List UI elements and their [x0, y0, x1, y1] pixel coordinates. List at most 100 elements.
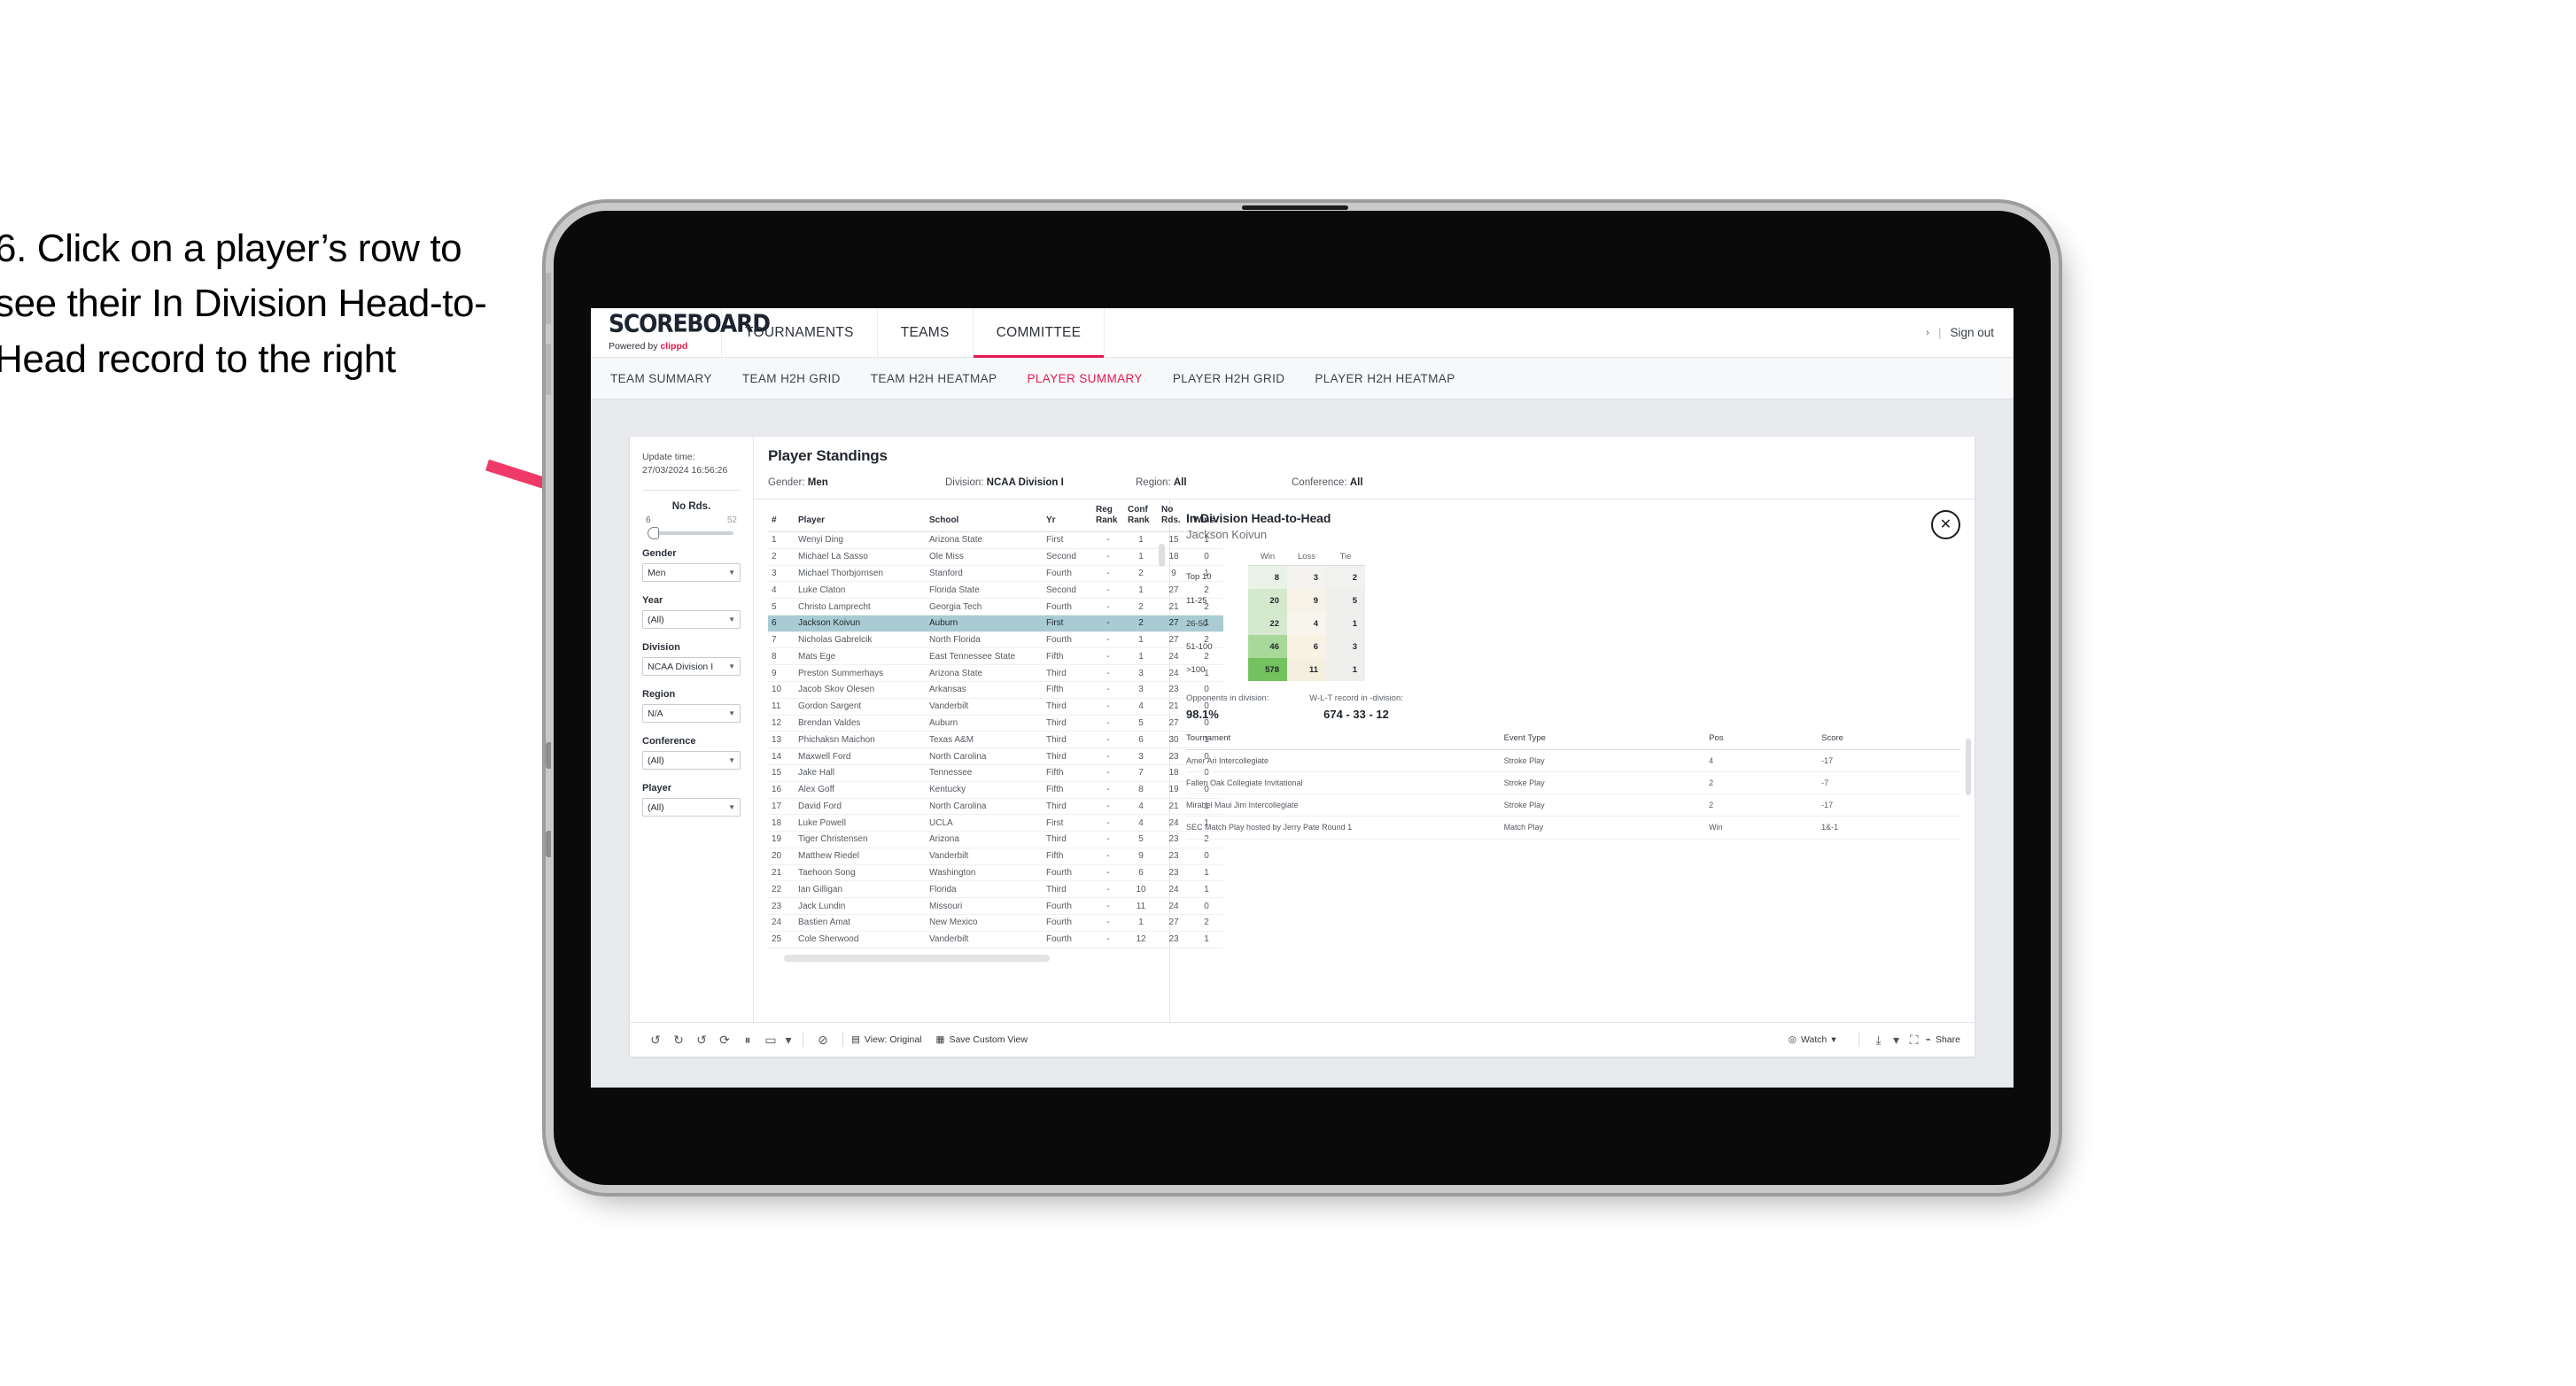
- table-row[interactable]: 9 Preston Summerhays Arizona State Third -3 2…: [768, 664, 1223, 683]
- h2h-cell[interactable]: 20: [1248, 589, 1287, 612]
- redo-icon[interactable]: ↻: [667, 1033, 690, 1048]
- table-row[interactable]: 14 Maxwell Ford North Carolina Third -3 23 0: [768, 747, 1223, 765]
- player-select[interactable]: (All) ▼: [642, 798, 741, 817]
- fullscreen-icon[interactable]: ⛶: [1903, 1033, 1926, 1048]
- tournaments-scrollbar[interactable]: [1966, 739, 1971, 795]
- cell-conf-rank: 6: [1124, 864, 1158, 882]
- col-event-type[interactable]: Event Type: [1503, 733, 1710, 750]
- nav-teams[interactable]: TEAMS: [878, 308, 974, 357]
- tournament-row[interactable]: SEC Match Play hosted by Jerry Pate Roun…: [1186, 816, 1960, 840]
- nav-committee[interactable]: COMMITTEE: [973, 308, 1106, 358]
- h2h-cell[interactable]: 46: [1248, 635, 1287, 658]
- h2h-cell[interactable]: 1: [1326, 612, 1365, 635]
- table-row[interactable]: 20 Matthew Riedel Vanderbilt Fifth -9 23 0: [768, 848, 1223, 865]
- tab-player-h2h-heatmap[interactable]: PLAYER H2H HEATMAP: [1315, 372, 1455, 385]
- table-row[interactable]: 24 Bastien Amat New Mexico Fourth -1 27 2: [768, 914, 1223, 932]
- fs-region-value: All: [1173, 477, 1187, 488]
- no-rounds-slider[interactable]: [648, 527, 733, 540]
- table-row[interactable]: 21 Taehoon Song Washington Fourth -6 23 1: [768, 864, 1223, 882]
- year-select[interactable]: (All) ▼: [642, 610, 741, 630]
- table-row[interactable]: 3 Michael Thorbjornsen Stanford Fourth -2 9 1: [768, 565, 1223, 583]
- table-row[interactable]: 13 Phichaksn Maichon Texas A&M Third -6 30 1: [768, 731, 1223, 749]
- col-tournament[interactable]: Tournament: [1186, 733, 1504, 750]
- standings-horizontal-scrollbar[interactable]: [784, 954, 1050, 962]
- col-reg-rank[interactable]: Reg Rank: [1092, 499, 1124, 532]
- tournament-row[interactable]: Fallen Oak Collegiate Invitational Stroke…: [1186, 771, 1960, 795]
- division-select[interactable]: NCAA Division I ▼: [642, 657, 741, 677]
- watch-button[interactable]: ◎ Watch ▾: [1788, 1034, 1836, 1045]
- col-player[interactable]: Player: [795, 499, 926, 532]
- pause-icon[interactable]: ⏸: [736, 1033, 759, 1048]
- table-row[interactable]: 23 Jack Lundin Missouri Fourth -11 24 0: [768, 897, 1223, 915]
- table-row[interactable]: 10 Jacob Skov Olesen Arkansas Fifth -3 23 0: [768, 681, 1223, 699]
- tournament-row[interactable]: Mirabel Maui Jim Intercollegiate Stroke P…: [1186, 794, 1960, 817]
- h2h-cell[interactable]: 1: [1326, 658, 1365, 681]
- table-row[interactable]: 7 Nicholas Gabrelcik North Florida Fourth -1…: [768, 631, 1223, 649]
- shape-caret-icon[interactable]: ▾: [782, 1033, 795, 1048]
- undo-icon[interactable]: ↺: [644, 1033, 667, 1048]
- gender-select[interactable]: Men ▼: [642, 563, 741, 583]
- download-caret-icon[interactable]: ▾: [1890, 1033, 1903, 1048]
- h2h-cell[interactable]: 5: [1326, 589, 1365, 612]
- cell-reg-rank: -: [1092, 848, 1124, 865]
- table-row[interactable]: 2 Michael La Sasso Ole Miss Second -1 18 0: [768, 548, 1223, 566]
- sign-out-link[interactable]: Sign out: [1950, 326, 1994, 339]
- shape-icon[interactable]: ▭: [759, 1033, 782, 1048]
- table-row[interactable]: 16 Alex Goff Kentucky Fifth -8 19 0: [768, 781, 1223, 799]
- share-button[interactable]: ⌁ Share: [1926, 1034, 1960, 1045]
- table-row[interactable]: 18 Luke Powell UCLA First -4 24 1: [768, 814, 1223, 832]
- no-rounds-slider-handle[interactable]: [648, 527, 659, 540]
- table-row[interactable]: 1 Wenyi Ding Arizona State First -1 15 1: [768, 531, 1223, 549]
- nav-tournaments[interactable]: TOURNAMENTS: [722, 308, 878, 357]
- table-row[interactable]: 25 Cole Sherwood Vanderbilt Fourth -12 23 1: [768, 931, 1223, 949]
- tab-team-h2h-heatmap[interactable]: TEAM H2H HEATMAP: [871, 372, 997, 385]
- table-row[interactable]: 12 Brendan Valdes Auburn Third -5 27 0: [768, 715, 1223, 732]
- cell-player: Jack Lundin: [795, 897, 926, 915]
- tab-player-summary[interactable]: PLAYER SUMMARY: [1027, 372, 1142, 385]
- standings-vertical-scrollbar[interactable]: [1159, 544, 1165, 567]
- table-row[interactable]: 11 Gordon Sargent Vanderbilt Third -4 21 0: [768, 698, 1223, 716]
- tournament-row[interactable]: Amer Ari Intercollegiate Stroke Play 4 -17: [1186, 749, 1960, 773]
- close-icon[interactable]: ✕: [1931, 510, 1960, 539]
- table-row[interactable]: 5 Christo Lamprecht Georgia Tech Fourth -2 21…: [768, 598, 1223, 616]
- table-row[interactable]: 8 Mats Ege East Tennessee State Fifth -1 24 2: [768, 647, 1223, 666]
- col-pos[interactable]: Pos: [1709, 733, 1822, 750]
- h2h-cell[interactable]: 11: [1287, 658, 1326, 681]
- refresh-icon[interactable]: ⟳: [713, 1033, 736, 1048]
- table-row[interactable]: 17 David Ford North Carolina Third -4 21 1: [768, 798, 1223, 816]
- table-row[interactable]: 4 Luke Claton Florida State Second -1 27 2: [768, 581, 1223, 600]
- view-original-button[interactable]: ▤ View: Original: [851, 1034, 922, 1045]
- region-select[interactable]: N/A ▼: [642, 704, 741, 724]
- col-conf-rank[interactable]: Conf Rank: [1124, 499, 1158, 532]
- download-icon[interactable]: ⤓: [1867, 1033, 1890, 1048]
- col-rank[interactable]: #: [768, 499, 795, 532]
- chevron-right-icon[interactable]: ›: [1926, 328, 1929, 338]
- table-row[interactable]: 15 Jake Hall Tennessee Fifth -7 18 0: [768, 764, 1223, 782]
- h2h-cell[interactable]: 6: [1287, 635, 1326, 658]
- h2h-cell[interactable]: 4: [1287, 612, 1326, 635]
- col-score[interactable]: Score: [1821, 733, 1960, 750]
- save-custom-view-button[interactable]: ▦ Save Custom View: [936, 1034, 1028, 1045]
- tab-team-h2h-grid[interactable]: TEAM H2H GRID: [742, 372, 841, 385]
- table-row[interactable]: 22 Ian Gilligan Florida Third -10 24 1: [768, 880, 1223, 899]
- h2h-cell[interactable]: 22: [1248, 612, 1287, 635]
- table-row[interactable]: 6 Jackson Koivun Auburn First -2 27 1: [768, 615, 1223, 632]
- h2h-cell[interactable]: 3: [1287, 565, 1326, 589]
- h2h-cell[interactable]: 2: [1326, 565, 1365, 589]
- revert-icon[interactable]: ↺: [690, 1033, 713, 1048]
- conference-select[interactable]: (All) ▼: [642, 751, 741, 770]
- h2h-cell[interactable]: 3: [1326, 635, 1365, 658]
- region-value: N/A: [648, 708, 663, 719]
- h2h-cell[interactable]: 8: [1248, 565, 1287, 589]
- no-rounds-max: 52: [726, 515, 737, 526]
- reset-icon[interactable]: ⊘: [811, 1033, 834, 1048]
- col-year[interactable]: Yr: [1043, 499, 1092, 532]
- col-school[interactable]: School: [926, 499, 1043, 532]
- tab-player-h2h-grid[interactable]: PLAYER H2H GRID: [1173, 372, 1285, 385]
- h2h-cell[interactable]: 9: [1287, 589, 1326, 612]
- h2h-cell[interactable]: 578: [1248, 658, 1287, 681]
- brand-logo[interactable]: SCOREBOARD Powered by clippd: [591, 308, 771, 357]
- tab-team-summary[interactable]: TEAM SUMMARY: [610, 372, 712, 385]
- table-row[interactable]: 19 Tiger Christensen Arizona Third -5 23 2: [768, 831, 1223, 848]
- cell-conf-rank: 2: [1124, 565, 1158, 583]
